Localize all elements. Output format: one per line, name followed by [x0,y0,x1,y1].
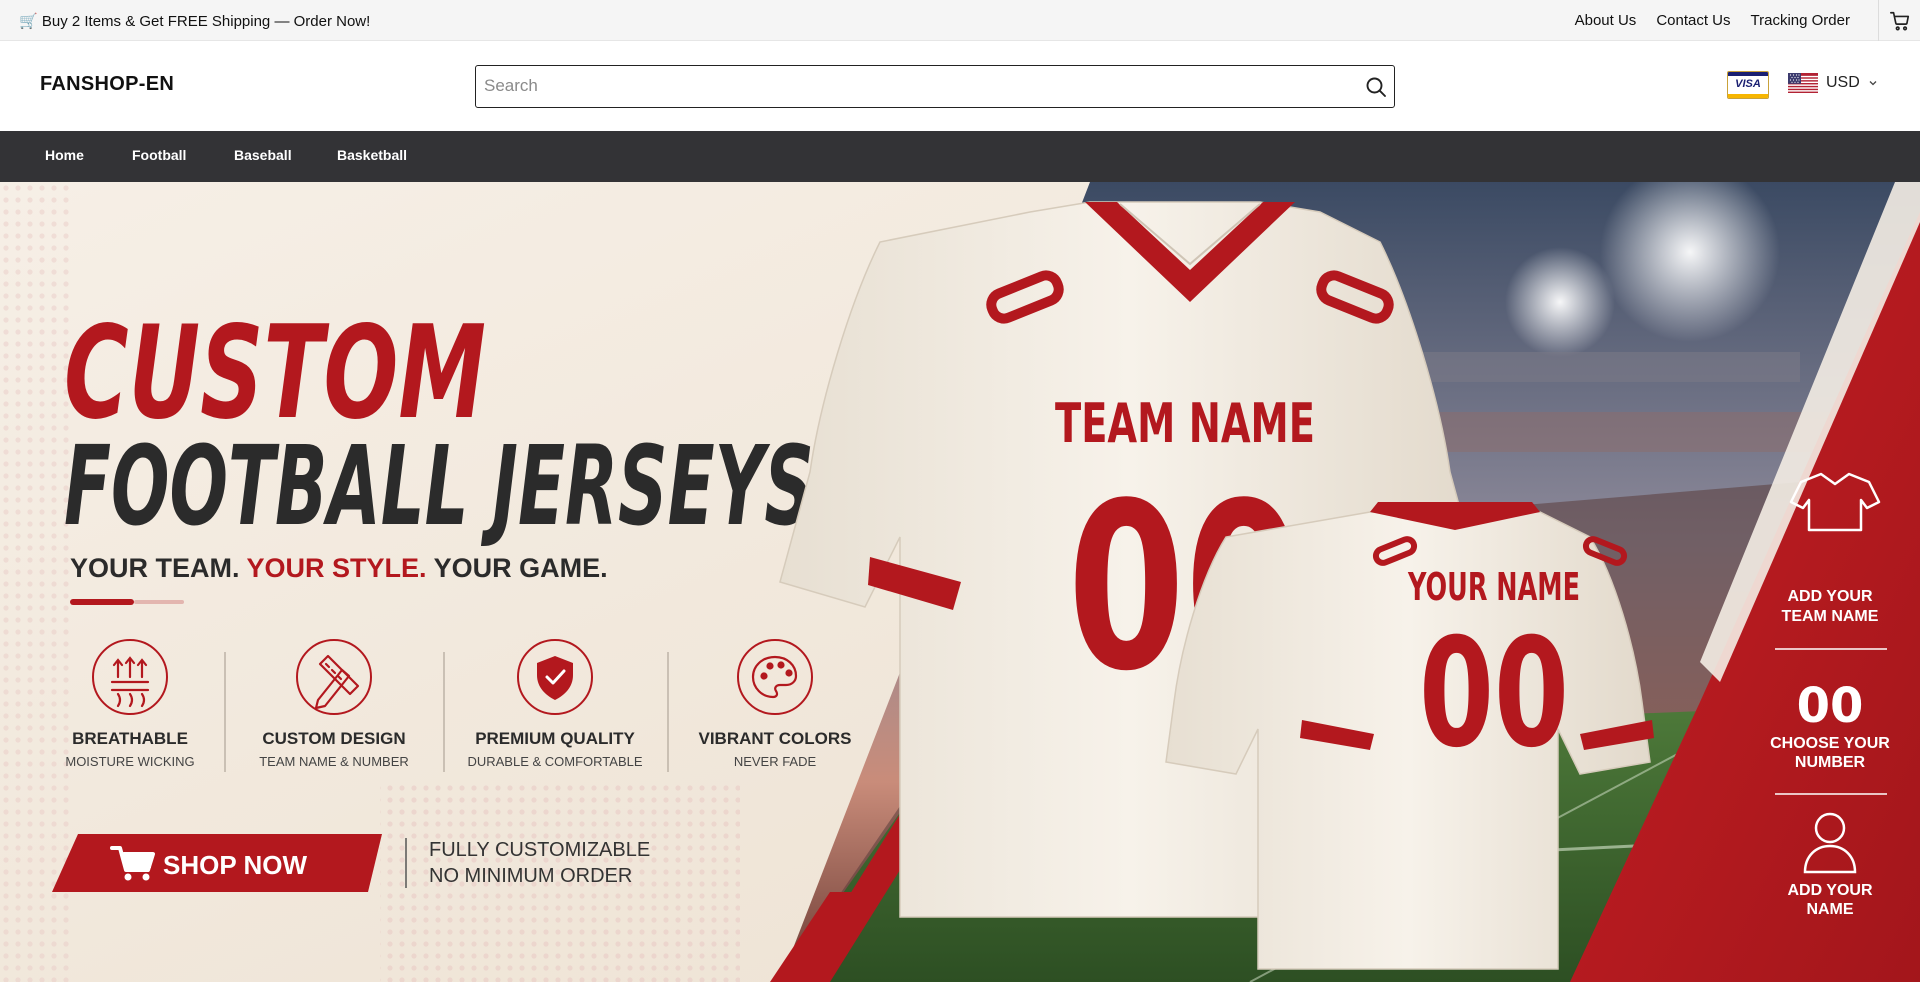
step-line1: CHOOSE YOUR [1770,735,1890,752]
visa-label: VISA [1735,78,1761,90]
nav-item-home[interactable]: Home [45,147,84,163]
shop-now-button[interactable]: SHOP NOW [52,834,382,892]
feature-subtitle: TEAM NAME & NUMBER [259,754,409,769]
hero-artwork: CUSTOM FOOTBALL JERSEYS YOUR TEAM. YOUR … [0,182,1920,982]
step-line2: NUMBER [1795,754,1866,771]
top-links: About Us Contact Us Tracking Order [1575,12,1850,29]
search-icon[interactable] [1364,75,1388,99]
tagline-underline [70,599,134,605]
announcement-text: 🛒 Buy 2 Items & Get FREE Shipping — Orde… [19,13,371,30]
cart-icon [1889,11,1909,30]
feature-title: CUSTOM DESIGN [262,729,405,748]
nav-item-baseball[interactable]: Baseball [234,147,292,163]
step-line2: TEAM NAME [1782,608,1879,625]
site-header: FANSHOP-EN VISA USD [0,41,1920,131]
visa-card-icon: VISA [1727,71,1769,99]
feature-title: PREMIUM QUALITY [475,729,635,748]
main-nav: Home Football Baseball Basketball [0,131,1920,182]
nav-item-basketball[interactable]: Basketball [337,147,407,163]
hero-title-football-jerseys: FOOTBALL JERSEYS [64,422,814,550]
chevron-down-icon [1869,81,1877,86]
feature-title: BREATHABLE [72,729,188,748]
feature-subtitle: MOISTURE WICKING [65,754,194,769]
tracking-order-link[interactable]: Tracking Order [1751,12,1850,29]
feature-title: VIBRANT COLORS [699,729,852,748]
cta-note-minimum: NO MINIMUM ORDER [429,865,632,887]
tagline-game: YOUR GAME. [434,553,608,583]
shop-now-label: SHOP NOW [163,850,307,880]
step-line1: ADD YOUR [1787,588,1872,605]
tagline-team: YOUR TEAM. [70,553,247,583]
hero-banner[interactable]: CUSTOM FOOTBALL JERSEYS YOUR TEAM. YOUR … [0,182,1920,982]
step-line1: ADD YOUR [1787,882,1872,899]
number-icon: 00 [1797,678,1864,734]
about-us-link[interactable]: About Us [1575,12,1637,29]
currency-label: USD [1826,74,1860,91]
cart-button[interactable] [1878,0,1920,41]
contact-us-link[interactable]: Contact Us [1656,12,1730,29]
tagline-style: YOUR STYLE. [247,553,434,583]
feature-subtitle: DURABLE & COMFORTABLE [467,754,642,769]
search-box [475,65,1395,108]
hero-tagline: YOUR TEAM. YOUR STYLE. YOUR GAME. [70,553,608,583]
search-input[interactable] [484,66,1344,106]
us-flag-icon [1788,73,1818,93]
step-line2: NAME [1806,901,1853,918]
jersey-your-name: YOUR NAME [1407,565,1580,609]
announcement-bar: 🛒 Buy 2 Items & Get FREE Shipping — Orde… [0,0,1920,41]
cta-note-customizable: FULLY CUSTOMIZABLE [429,839,650,861]
feature-subtitle: NEVER FADE [734,754,817,769]
jersey-team-name: TEAM NAME [1055,392,1315,455]
nav-item-football[interactable]: Football [132,147,186,163]
currency-selector[interactable]: USD [1788,73,1878,93]
site-logo[interactable]: FANSHOP-EN [40,73,174,96]
jersey-small-number: 00 [1419,607,1569,781]
